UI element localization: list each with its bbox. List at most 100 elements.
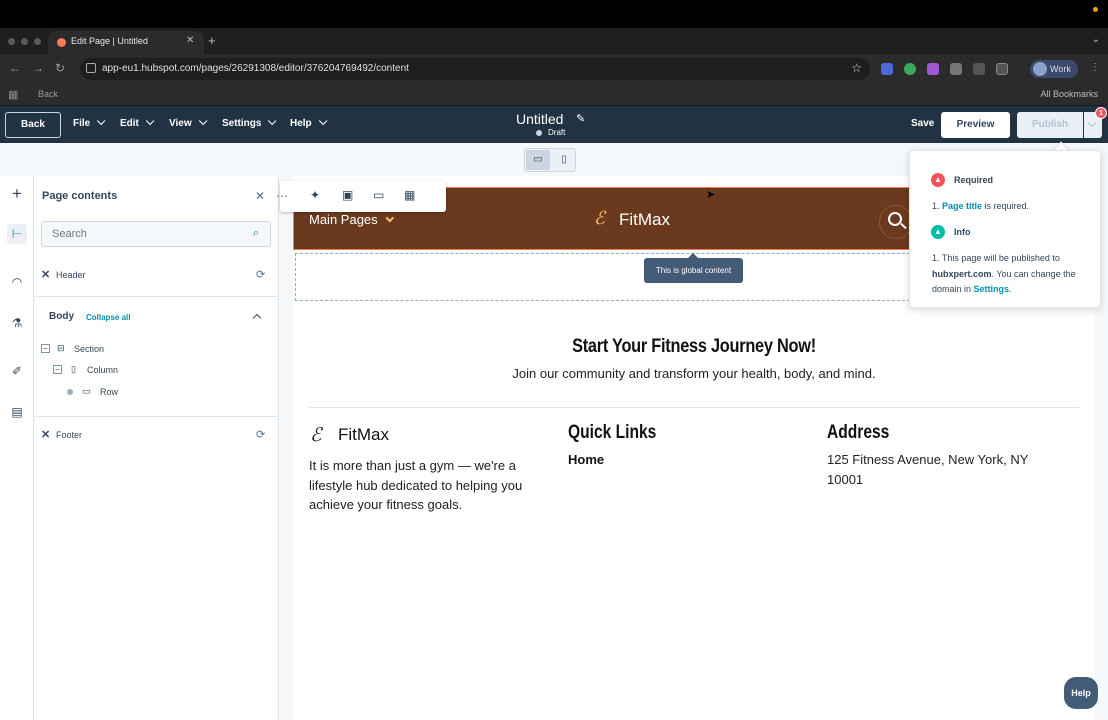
back-arrow-icon[interactable]: ←: [9, 61, 21, 75]
profile-label: Work: [1050, 64, 1071, 74]
quick-links-heading[interactable]: Quick Links: [568, 422, 656, 444]
forward-arrow-icon[interactable]: →: [32, 61, 44, 75]
address-bar[interactable]: app-eu1.hubspot.com/pages/26291308/edito…: [80, 58, 870, 80]
save-button[interactable]: Save: [911, 118, 934, 129]
menu-settings[interactable]: Settings: [222, 116, 277, 129]
bookmark-back[interactable]: Back: [38, 89, 58, 99]
settings-link[interactable]: Settings: [974, 284, 1010, 294]
new-tab-button[interactable]: +: [208, 33, 216, 48]
fitmax-logo-icon: ℰ: [310, 425, 322, 446]
optimize-gauge-icon[interactable]: ◠: [7, 272, 27, 292]
tab-close-icon[interactable]: ✕: [186, 35, 194, 46]
publish-button[interactable]: Publish: [1017, 112, 1083, 138]
window-minimize-control[interactable]: [21, 38, 28, 45]
mouse-cursor-icon: ➤: [706, 189, 716, 201]
reload-icon[interactable]: ↻: [55, 61, 65, 75]
remove-icon[interactable]: ✕: [41, 268, 50, 281]
menu-label: File: [73, 118, 91, 129]
extension-icon[interactable]: [950, 63, 962, 75]
drag-handle-icon[interactable]: ⋯: [276, 189, 288, 203]
menu-file[interactable]: File: [73, 116, 106, 129]
extension-icon[interactable]: [927, 63, 939, 75]
divider: [34, 296, 279, 297]
extension-icon[interactable]: [881, 63, 893, 75]
panel-title: Page contents: [42, 190, 118, 202]
menu-edit[interactable]: Edit: [120, 116, 155, 129]
divider: [34, 416, 279, 417]
tree-item-row[interactable]: Row: [100, 387, 118, 397]
avatar: [1033, 62, 1047, 76]
search-icon[interactable]: ⌕: [253, 227, 259, 240]
profile-button[interactable]: Work: [1030, 60, 1078, 78]
chevron-down-icon: [268, 116, 277, 126]
extension-icon[interactable]: [904, 63, 916, 75]
nav-main-pages[interactable]: Main Pages: [309, 212, 394, 227]
preview-button[interactable]: Preview: [941, 112, 1010, 138]
window-close-control[interactable]: [8, 38, 15, 45]
remove-icon[interactable]: ✕: [41, 428, 50, 441]
extensions-puzzle-icon[interactable]: [996, 63, 1008, 75]
browser-menu-icon[interactable]: ⋮: [1090, 62, 1100, 73]
search-input[interactable]: [41, 221, 271, 247]
site-info-icon[interactable]: [86, 63, 96, 73]
chevron-up-icon[interactable]: [252, 313, 262, 323]
tree-item-section[interactable]: Section: [74, 344, 104, 354]
back-button[interactable]: Back: [5, 112, 61, 138]
pencil-icon[interactable]: ✎: [576, 112, 585, 125]
collapse-all-link[interactable]: Collapse all: [86, 313, 130, 322]
page-subheadline[interactable]: Join our community and transform your he…: [293, 366, 1095, 381]
global-content-tooltip: This is global content: [644, 258, 743, 283]
calendar-icon[interactable]: ▦: [404, 188, 415, 202]
page-title[interactable]: Untitled: [516, 111, 563, 127]
ai-sparkle-icon[interactable]: ✦: [310, 188, 320, 202]
required-item: 1. Page title is required.: [932, 201, 1030, 211]
page-contents-icon[interactable]: ⊢: [7, 224, 27, 244]
sync-icon[interactable]: ⟳: [256, 428, 265, 441]
quick-link-home[interactable]: Home: [568, 452, 604, 467]
comment-icon[interactable]: ▣: [342, 188, 353, 202]
info-icon: ▲: [931, 225, 945, 239]
menu-view[interactable]: View: [169, 116, 207, 129]
page-title-link[interactable]: Page title: [942, 201, 982, 211]
bookmark-star-icon[interactable]: ☆: [851, 61, 862, 75]
tree-item-header[interactable]: Header: [56, 270, 86, 280]
global-content-dropzone[interactable]: [295, 253, 910, 301]
add-icon[interactable]: +: [7, 184, 27, 204]
info-text-3: .: [1009, 284, 1012, 294]
column-icon: ▯: [71, 364, 76, 374]
url-text[interactable]: app-eu1.hubspot.com/pages/26291308/edito…: [102, 63, 409, 74]
address-heading[interactable]: Address: [827, 422, 889, 444]
menu-help[interactable]: Help: [290, 116, 328, 129]
footer-logo-text[interactable]: FitMax: [338, 425, 389, 445]
search-icon-handle: [900, 222, 907, 230]
design-brush-icon[interactable]: ✐: [7, 361, 27, 381]
collapse-toggle-icon[interactable]: −: [41, 344, 50, 353]
collapse-toggle-icon[interactable]: −: [53, 365, 62, 374]
test-flask-icon[interactable]: ⚗: [7, 313, 27, 333]
os-menu-bar: [0, 0, 1108, 28]
apps-grid-icon[interactable]: ▦: [8, 88, 18, 101]
desktop-icon[interactable]: ▭: [526, 150, 550, 170]
tree-bullet: [67, 389, 73, 395]
site-logo-text[interactable]: FitMax: [619, 210, 670, 230]
tree-item-footer[interactable]: Footer: [56, 430, 82, 440]
close-icon[interactable]: ✕: [255, 189, 265, 203]
footer-description[interactable]: It is more than just a gym — we're a lif…: [309, 456, 559, 515]
tree-item-column[interactable]: Column: [87, 365, 118, 375]
mobile-icon[interactable]: ▯: [552, 150, 576, 170]
sync-icon[interactable]: ⟳: [256, 268, 265, 281]
extension-icon[interactable]: [973, 63, 985, 75]
page-headline[interactable]: Start Your Fitness Journey Now!: [349, 336, 1039, 358]
info-item: 1. This page will be published to hubxpe…: [932, 253, 1076, 294]
site-search-button[interactable]: [879, 205, 913, 239]
page-document-icon[interactable]: ▤: [7, 402, 27, 422]
browser-window-icon[interactable]: ▭: [373, 188, 384, 202]
tab-search-chevron-icon[interactable]: ⌄: [1092, 34, 1100, 45]
help-button[interactable]: Help: [1064, 677, 1098, 709]
browser-tab-active[interactable]: Edit Page | Untitled ✕: [48, 31, 204, 54]
window-maximize-control[interactable]: [34, 38, 41, 45]
editor-header: Back File Edit View Settings Help Untitl…: [0, 106, 1108, 143]
all-bookmarks[interactable]: All Bookmarks: [1040, 89, 1098, 99]
address-text[interactable]: 125 Fitness Avenue, New York, NY 10001: [827, 450, 1067, 489]
hubspot-favicon-icon: [57, 38, 66, 47]
